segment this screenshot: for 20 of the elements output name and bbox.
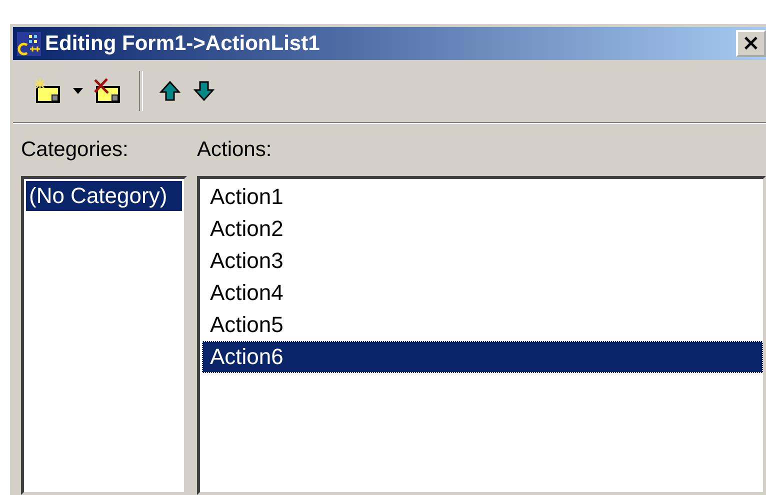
app-icon xyxy=(17,32,41,56)
categories-list[interactable]: (No Category) xyxy=(21,176,187,495)
folder-cross-icon xyxy=(93,78,123,104)
action-item[interactable]: Action4 xyxy=(202,277,763,309)
close-button[interactable]: × xyxy=(736,30,766,57)
down-arrow-icon xyxy=(193,80,215,102)
caret-icon xyxy=(73,88,83,94)
action-item[interactable]: Action5 xyxy=(202,309,763,341)
action-item[interactable]: Action6 xyxy=(202,341,763,373)
action-item[interactable]: Action3 xyxy=(202,245,763,277)
actions-list[interactable]: Action1 Action2 Action3 Action4 Action5 Action6 xyxy=(197,176,766,495)
actions-label: Actions: xyxy=(197,138,273,163)
action-item[interactable]: Action2 xyxy=(202,213,763,245)
category-item[interactable]: (No Category) xyxy=(26,181,182,211)
dropdown-button[interactable] xyxy=(71,86,85,96)
folder-sparkle-icon xyxy=(33,78,63,104)
action-item[interactable]: Action1 xyxy=(202,181,763,213)
categories-label: Categories: xyxy=(21,138,130,163)
window-title: Editing Form1->ActionList1 xyxy=(45,32,321,56)
up-arrow-icon xyxy=(159,80,181,102)
